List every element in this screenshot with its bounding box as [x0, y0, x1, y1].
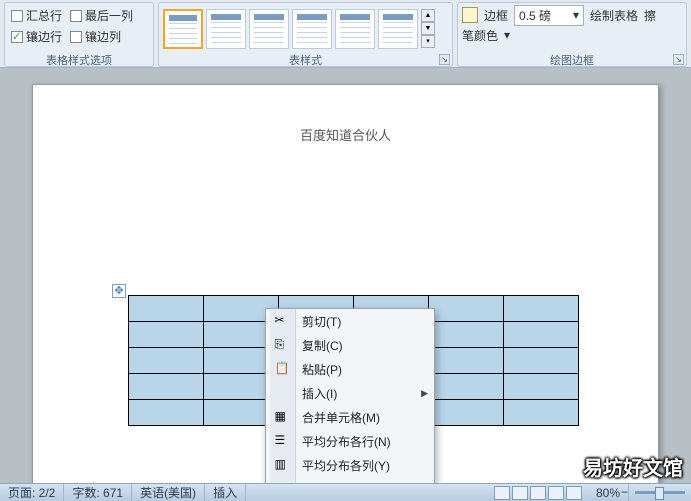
check-banded-cols[interactable]: 镶边列	[70, 28, 121, 45]
style-gallery-scroll[interactable]: ▲▼▾	[421, 9, 435, 48]
group-label: 绘图边框	[458, 52, 686, 66]
menu-insert[interactable]: 插入(I)▶	[266, 381, 434, 405]
chevron-right-icon: ▶	[421, 388, 428, 399]
merge-icon: ▦	[275, 409, 291, 425]
group-label: 表样式	[159, 52, 452, 66]
menu-paste[interactable]: 📋粘贴(P)	[266, 357, 434, 381]
cut-icon: ✂	[275, 313, 291, 329]
status-page[interactable]: 页面: 2/2	[0, 484, 64, 501]
status-language[interactable]: 英语(美国)	[132, 484, 205, 501]
pencil-icon: ✎	[275, 481, 291, 483]
distribute-cols-icon: ▥	[275, 457, 291, 473]
ribbon-group-table-styles: ▲▼▾ 表样式 ↘	[158, 2, 453, 67]
table-style-thumb[interactable]	[206, 9, 246, 49]
document-area: 百度知道合伙人 ✥ ✂剪切(T) ⎘复制(C) 📋粘贴(P) 插入(I)▶ ▦合…	[0, 68, 691, 483]
table-style-thumb[interactable]	[249, 9, 289, 49]
check-total-row[interactable]: 汇总行	[11, 7, 62, 24]
status-insert-mode[interactable]: 插入	[205, 484, 246, 501]
context-menu: ✂剪切(T) ⎘复制(C) 📋粘贴(P) 插入(I)▶ ▦合并单元格(M) ☰平…	[265, 308, 435, 483]
draw-table-button[interactable]: 绘制表格	[590, 7, 638, 24]
distribute-rows-icon: ☰	[275, 433, 291, 449]
table-style-thumb[interactable]	[335, 9, 375, 49]
table-style-thumb[interactable]	[292, 9, 332, 49]
dialog-launcher-icon[interactable]: ↘	[673, 54, 684, 65]
paste-icon: 📋	[275, 361, 291, 377]
border-icon	[462, 7, 478, 23]
eraser-button[interactable]: 擦	[644, 7, 656, 24]
ribbon-group-table-style-options: 汇总行 最后一列 镶边行 镶边列 表格样式选项	[4, 2, 154, 67]
ribbon: 汇总行 最后一列 镶边行 镶边列 表格样式选项 ▲▼▾ 表样式 ↘ 边框 0.5…	[0, 0, 691, 68]
dialog-launcher-icon[interactable]: ↘	[439, 54, 450, 65]
status-word-count[interactable]: 字数: 671	[64, 484, 132, 501]
line-weight-dropdown[interactable]: 0.5 磅▾	[514, 5, 584, 26]
view-buttons[interactable]	[488, 486, 588, 500]
ribbon-group-draw-borders: 边框 0.5 磅▾ 绘制表格 擦 笔颜色▾ 绘图边框 ↘	[457, 2, 687, 67]
group-label: 表格样式选项	[5, 52, 153, 66]
menu-merge-cells[interactable]: ▦合并单元格(M)	[266, 405, 434, 429]
check-last-col[interactable]: 最后一列	[70, 7, 133, 24]
menu-copy[interactable]: ⎘复制(C)	[266, 333, 434, 357]
menu-draw-table[interactable]: ✎绘制表格(W)	[266, 477, 434, 483]
pen-color-button[interactable]: 笔颜色	[462, 27, 498, 44]
check-banded-rows[interactable]: 镶边行	[11, 28, 62, 45]
watermark: 易坊好文馆	[583, 452, 683, 481]
menu-distribute-cols[interactable]: ▥平均分布各列(Y)	[266, 453, 434, 477]
status-bar: 页面: 2/2 字数: 671 英语(美国) 插入 80%	[0, 483, 691, 501]
zoom-slider[interactable]	[635, 491, 685, 494]
page-title: 百度知道合伙人	[69, 125, 622, 144]
menu-distribute-rows[interactable]: ☰平均分布各行(N)	[266, 429, 434, 453]
table-style-thumb[interactable]	[163, 9, 203, 49]
border-button[interactable]: 边框	[484, 7, 508, 24]
menu-cut[interactable]: ✂剪切(T)	[266, 309, 434, 333]
table-move-handle[interactable]: ✥	[112, 284, 126, 298]
table-style-thumb[interactable]	[378, 9, 418, 49]
copy-icon: ⎘	[275, 337, 291, 353]
